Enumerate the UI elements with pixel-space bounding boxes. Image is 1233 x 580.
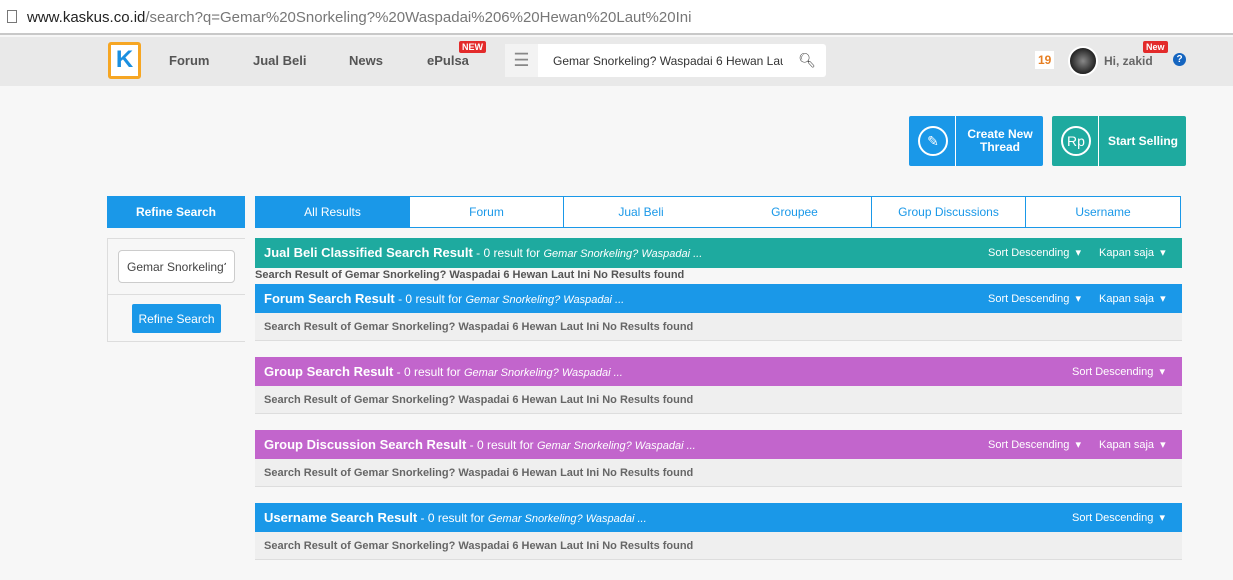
sort-dropdown[interactable]: Sort Descending ▾ <box>1072 503 1165 533</box>
result-count: - 0 result for <box>472 246 544 260</box>
tab-jual-beli[interactable]: Jual Beli <box>564 197 718 227</box>
user-new-badge: New <box>1143 41 1168 53</box>
query-text: Gemar Snorkeling? Waspadai ... <box>464 367 623 379</box>
result-count: - 0 result for <box>394 292 466 306</box>
create-thread-label: Create New Thread <box>967 127 1033 154</box>
divider <box>108 294 245 295</box>
sort-dropdown[interactable]: Sort Descending ▾ <box>988 284 1081 314</box>
user-greeting[interactable]: Hi, zakid <box>1104 54 1153 68</box>
result-count: - 0 result for <box>417 511 488 525</box>
section-title: Forum Search Result <box>264 291 395 306</box>
nav-forum[interactable]: Forum <box>169 53 209 68</box>
top-nav: K Forum Jual Beli News ePulsa NEW ☰ Gema… <box>0 37 1233 86</box>
search-input[interactable]: Gemar Snorkeling? Waspadai 6 Hewan Laut … <box>553 54 783 68</box>
create-thread-button[interactable]: ✎ Create New Thread <box>909 116 1043 166</box>
section-body: Search Result of Gemar Snorkeling? Waspa… <box>255 459 1182 487</box>
kaskus-logo[interactable]: K <box>108 42 141 79</box>
query-text: Gemar Snorkeling? Waspadai ... <box>543 248 703 260</box>
new-badge: NEW <box>459 41 486 53</box>
section-header: Group Discussion Search Result - 0 resul… <box>255 430 1182 460</box>
result-count: - 0 result for <box>393 365 464 379</box>
sort-dropdown[interactable]: Sort Descending ▾ <box>988 238 1081 268</box>
tab-groupee[interactable]: Groupee <box>718 197 872 227</box>
search-icon[interactable]: 🔍︎ <box>798 52 816 69</box>
section-body: Search Result of Gemar Snorkeling? Waspa… <box>255 269 685 281</box>
refine-panel: Refine Search <box>107 238 245 342</box>
section-header: Group Search Result - 0 result for Gemar… <box>255 357 1182 387</box>
search-bar: ☰ Gemar Snorkeling? Waspadai 6 Hewan Lau… <box>505 44 826 77</box>
tab-username[interactable]: Username <box>1026 197 1180 227</box>
tab-all-results[interactable]: All Results <box>256 197 410 227</box>
section-title: Jual Beli Classified Search Result <box>264 245 473 260</box>
rupiah-icon: Rp <box>1061 126 1091 156</box>
section-header: Username Search Result - 0 result for Ge… <box>255 503 1182 533</box>
pencil-icon: ✎ <box>918 126 948 156</box>
menu-icon[interactable]: ☰ <box>505 44 538 77</box>
section-body: Search Result of Gemar Snorkeling? Waspa… <box>255 313 1182 341</box>
tab-forum[interactable]: Forum <box>410 197 564 227</box>
time-dropdown[interactable]: Kapan saja ▾ <box>1099 238 1166 268</box>
sort-dropdown[interactable]: Sort Descending ▾ <box>988 430 1081 460</box>
url-text[interactable]: www.kaskus.co.id/search?q=Gemar%20Snorke… <box>27 9 691 26</box>
query-text: Gemar Snorkeling? Waspadai ... <box>465 294 625 306</box>
refine-search-input[interactable] <box>118 250 235 283</box>
refine-search-title: Refine Search <box>107 196 245 228</box>
tab-group-discussions[interactable]: Group Discussions <box>872 197 1026 227</box>
start-selling-button[interactable]: Rp Start Selling <box>1052 116 1186 166</box>
notification-count[interactable]: 19 <box>1035 51 1055 69</box>
section-title: Username Search Result <box>264 510 418 525</box>
sort-dropdown[interactable]: Sort Descending ▾ <box>1072 357 1165 387</box>
refine-search-button[interactable]: Refine Search <box>132 304 221 333</box>
result-count: - 0 result for <box>466 438 537 452</box>
query-text: Gemar Snorkeling? Waspadai ... <box>487 513 647 525</box>
nav-epulsa[interactable]: ePulsa <box>427 53 469 68</box>
section-body: Search Result of Gemar Snorkeling? Waspa… <box>255 386 1182 414</box>
address-bar[interactable]: www.kaskus.co.id/search?q=Gemar%20Snorke… <box>0 0 1233 35</box>
section-title: Group Search Result <box>264 364 394 379</box>
result-tabs: All Results Forum Jual Beli Groupee Grou… <box>255 196 1181 228</box>
section-header: Jual Beli Classified Search Result - 0 r… <box>255 238 1182 268</box>
help-icon[interactable]: ? <box>1173 53 1186 66</box>
nav-jual-beli[interactable]: Jual Beli <box>253 53 306 68</box>
start-selling-label: Start Selling <box>1107 133 1178 148</box>
page-icon <box>7 10 17 23</box>
avatar[interactable] <box>1068 46 1098 76</box>
section-header: Forum Search Result - 0 result for Gemar… <box>255 284 1182 314</box>
section-title: Group Discussion Search Result <box>264 437 467 452</box>
query-text: Gemar Snorkeling? Waspadai ... <box>536 440 696 452</box>
time-dropdown[interactable]: Kapan saja ▾ <box>1099 430 1166 460</box>
nav-news[interactable]: News <box>349 53 383 68</box>
time-dropdown[interactable]: Kapan saja ▾ <box>1099 284 1166 314</box>
section-body: Search Result of Gemar Snorkeling? Waspa… <box>255 532 1182 560</box>
